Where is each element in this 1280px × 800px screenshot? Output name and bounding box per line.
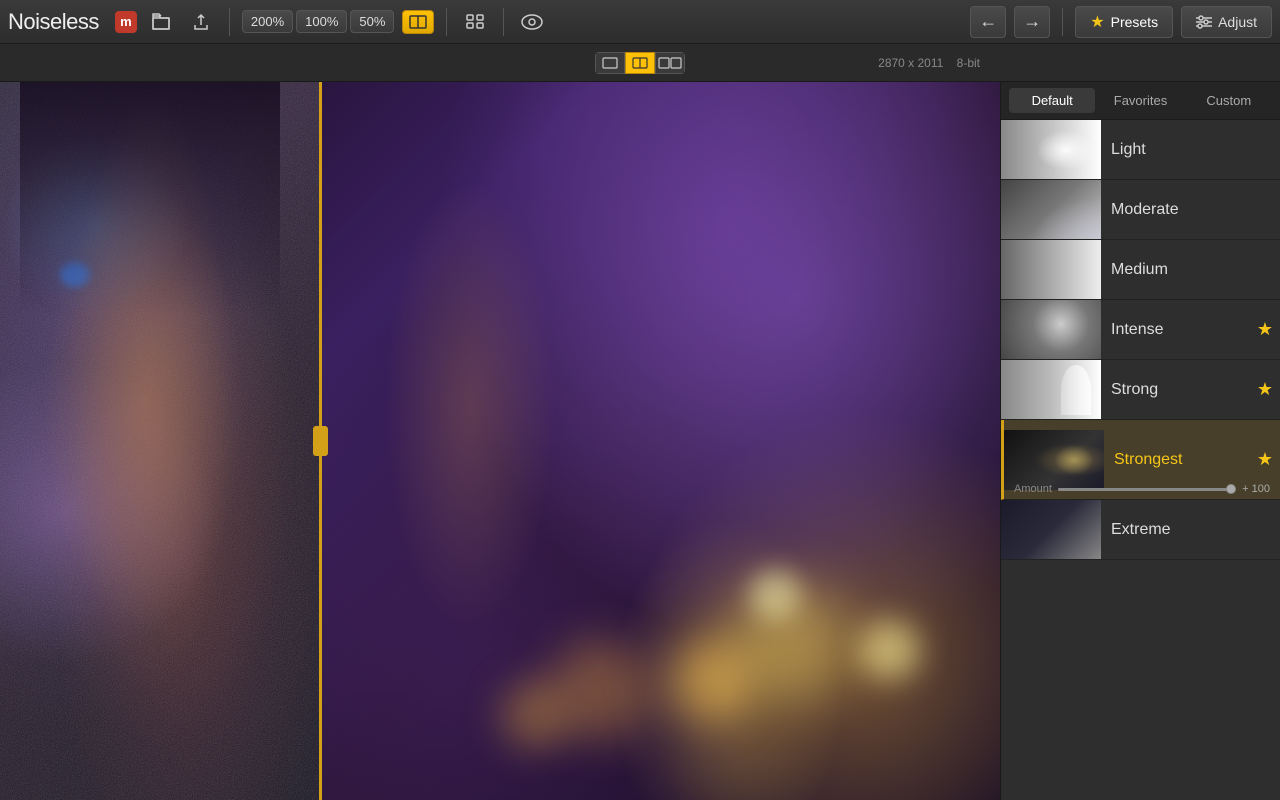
zoom-200-button[interactable]: 200%: [242, 10, 293, 33]
preview-button[interactable]: [516, 6, 548, 38]
separator-2: [446, 8, 447, 36]
amount-slider-track[interactable]: [1058, 488, 1236, 491]
preset-thumb-intense: [1001, 300, 1101, 360]
amount-slider-thumb: [1226, 484, 1236, 494]
preset-thumb-strong: [1001, 360, 1101, 420]
preset-item-intense[interactable]: Intense★: [1001, 300, 1280, 360]
preset-star-strongest: ★: [1250, 449, 1280, 470]
presets-label: Presets: [1111, 14, 1158, 30]
separator-3: [503, 8, 504, 36]
amount-label: Amount: [1014, 483, 1052, 495]
secondary-toolbar: 2870 x 2011 8-bit: [0, 44, 1280, 82]
tab-custom[interactable]: Custom: [1186, 88, 1272, 113]
preset-star-strong: ★: [1250, 379, 1280, 400]
view-mode-group: [595, 52, 685, 74]
forward-button[interactable]: →: [1014, 6, 1050, 38]
image-left-panel: [0, 82, 320, 800]
view-single-button[interactable]: [595, 52, 625, 74]
image-info: 2870 x 2011 8-bit: [878, 56, 980, 70]
preset-thumb-medium: [1001, 240, 1101, 300]
presets-list: LightModerateMediumIntense★Strong★Strong…: [1001, 120, 1280, 800]
app-title: Noiseless: [8, 9, 99, 35]
export-button[interactable]: [185, 6, 217, 38]
preset-label-medium: Medium: [1101, 261, 1280, 279]
toolbar: Noiseless m 200% 100% 50%: [0, 0, 1280, 44]
separator-1: [229, 8, 230, 36]
image-right-panel: [320, 82, 1000, 800]
image-bit-depth: 8-bit: [957, 56, 980, 70]
zoom-100-button[interactable]: 100%: [296, 10, 347, 33]
preset-star-intense: ★: [1250, 319, 1280, 340]
image-area[interactable]: [0, 82, 1000, 800]
preset-item-strongest[interactable]: Strongest★ Amount + 100: [1001, 420, 1280, 500]
preset-item-moderate[interactable]: Moderate: [1001, 180, 1280, 240]
grid-view-button[interactable]: [459, 6, 491, 38]
preset-label-extreme: Extreme: [1101, 521, 1280, 539]
preset-item-light[interactable]: Light: [1001, 120, 1280, 180]
separator-4: [1062, 8, 1063, 36]
zoom-controls: 200% 100% 50%: [242, 10, 395, 33]
presets-button[interactable]: ★ Presets: [1075, 6, 1173, 38]
sidebar-tabs: Default Favorites Custom: [1001, 82, 1280, 120]
preset-item-extreme[interactable]: Extreme: [1001, 500, 1280, 560]
amount-value: + 100: [1242, 483, 1270, 495]
adjust-label: Adjust: [1218, 14, 1257, 30]
preset-label-strong: Strong: [1101, 381, 1250, 399]
open-file-button[interactable]: [145, 6, 177, 38]
tab-favorites[interactable]: Favorites: [1097, 88, 1183, 113]
face-overlay: [20, 82, 280, 800]
split-divider[interactable]: [319, 82, 322, 800]
tab-default[interactable]: Default: [1009, 88, 1095, 113]
preset-label-strongest: Strongest: [1104, 451, 1250, 469]
view-dual-button[interactable]: [655, 52, 685, 74]
preset-item-strong[interactable]: Strong★: [1001, 360, 1280, 420]
view-mode-button[interactable]: [402, 10, 434, 34]
preset-thumb-light: [1001, 120, 1101, 180]
zoom-50-button[interactable]: 50%: [350, 10, 394, 33]
preset-item-medium[interactable]: Medium: [1001, 240, 1280, 300]
preset-amount-strongest: Amount + 100: [1004, 481, 1280, 499]
adjust-button[interactable]: Adjust: [1181, 6, 1272, 38]
preset-label-intense: Intense: [1101, 321, 1250, 339]
split-handle[interactable]: [313, 426, 328, 456]
amount-slider-fill: [1058, 488, 1236, 491]
main-content: Default Favorites Custom Light Moderate Me…: [0, 82, 1280, 800]
preset-thumb-moderate: [1001, 180, 1101, 240]
preset-label-light: Light: [1101, 141, 1280, 159]
preset-label-moderate: Moderate: [1101, 201, 1280, 219]
image-canvas: [0, 82, 1000, 800]
presets-star-icon: ★: [1090, 12, 1104, 32]
view-split-button[interactable]: [625, 52, 655, 74]
sidebar: Default Favorites Custom Light Moderate Me…: [1000, 82, 1280, 800]
image-dimensions: 2870 x 2011: [878, 56, 943, 70]
preset-thumb-extreme: [1001, 500, 1101, 560]
m-badge: m: [115, 11, 137, 33]
back-button[interactable]: ←: [970, 6, 1006, 38]
